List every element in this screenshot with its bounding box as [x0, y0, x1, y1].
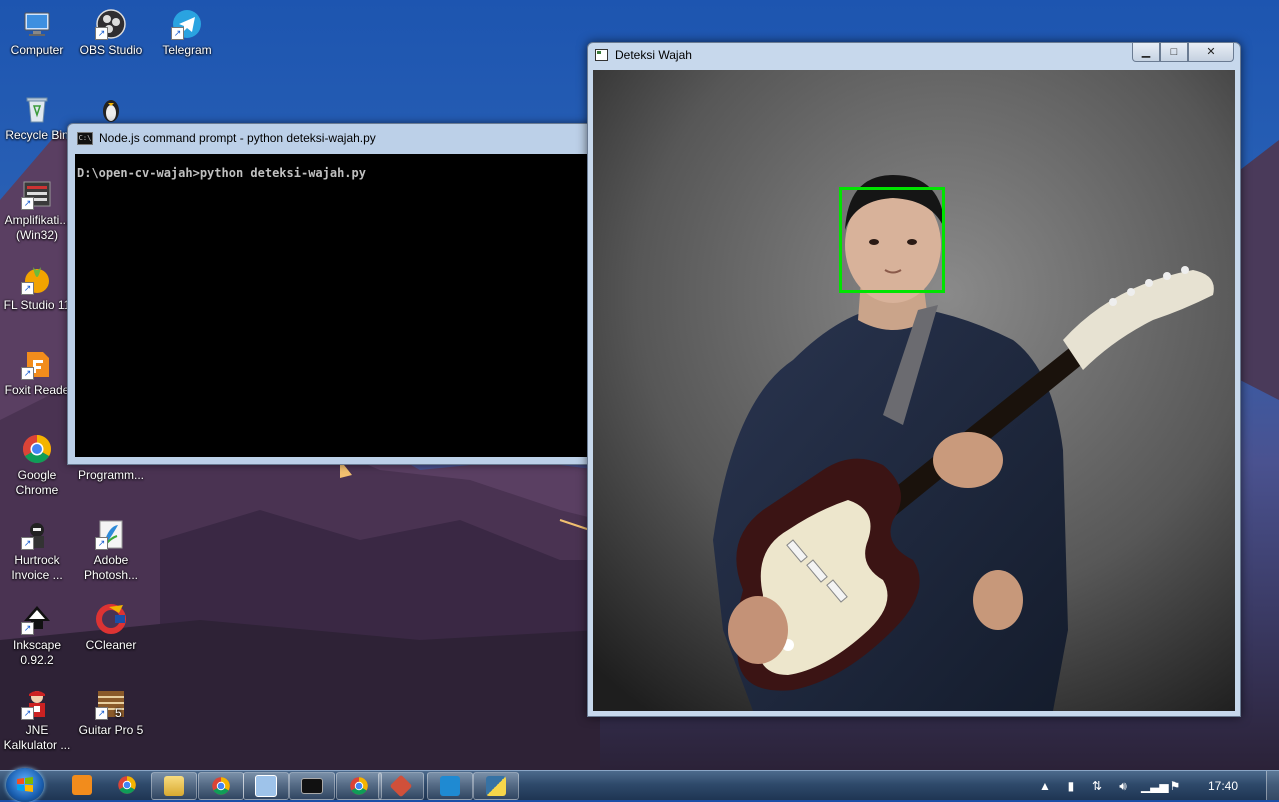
taskbar-command-prompt[interactable]: [289, 772, 335, 800]
desktop-icon-telegram[interactable]: ↗ Telegram: [151, 8, 223, 58]
recycle-bin-icon: [21, 93, 53, 125]
desktop-icon-label: Telegram: [162, 43, 212, 57]
signal-icon[interactable]: ▁▃▅: [1141, 778, 1169, 794]
desktop-icon-label: Inkscape 0.92.2: [12, 638, 62, 667]
taskbar-chrome-pinned[interactable]: [105, 772, 149, 798]
desktop-icon-label: Computer: [10, 43, 64, 57]
power-icon[interactable]: ▮: [1063, 778, 1079, 794]
image-window[interactable]: Deteksi Wajah ▁ □ ✕: [587, 42, 1241, 717]
image-window-title: Deteksi Wajah: [615, 48, 692, 62]
taskbar: ▲ ▮ ⇅ 🔊︎ ▁▃▅ ⚑ 17:40: [0, 768, 1279, 802]
desktop-icon-label: OBS Studio: [79, 43, 143, 57]
maximize-button[interactable]: □: [1160, 43, 1188, 62]
photo-canvas: [593, 70, 1235, 711]
taskbar-chrome-window-1[interactable]: [198, 772, 244, 800]
close-button[interactable]: ✕: [1188, 43, 1234, 62]
desktop-icon-chrome[interactable]: Google Chrome: [1, 433, 73, 498]
file-explorer-icon: [164, 776, 184, 796]
desktop-icon-fl-studio[interactable]: ↗ FL Studio 11: [1, 263, 73, 313]
desktop-icon-guitar-pro[interactable]: 5 ↗ Guitar Pro 5: [75, 688, 147, 738]
chrome-icon: [212, 777, 230, 795]
action-center-flag-icon[interactable]: ⚑: [1167, 778, 1183, 794]
desktop-icon-hurtrock[interactable]: ↗ Hurtrock Invoice ...: [1, 518, 73, 583]
taskbar-control-panel[interactable]: [243, 772, 289, 800]
desktop-icon-ccleaner[interactable]: CCleaner: [75, 603, 147, 653]
foxit-reader-icon: ↗: [21, 348, 53, 380]
window-controls: ▁ □ ✕: [1132, 43, 1234, 62]
ccleaner-icon: [95, 603, 127, 635]
command-prompt-icon: C:\: [77, 131, 93, 145]
computer-icon: [21, 8, 53, 40]
control-panel-icon: [255, 775, 277, 797]
media-player-icon: [72, 775, 92, 795]
desktop-icon-label: Foxit Reade: [4, 383, 70, 397]
amplifikasi-icon: ↗: [21, 178, 53, 210]
photoshop-icon: ↗: [95, 518, 127, 550]
python-icon: [486, 776, 506, 796]
desktop-icon-label: CCleaner: [85, 638, 137, 652]
desktop-icon-label: Guitar Pro 5: [78, 723, 144, 737]
svg-text:5: 5: [115, 706, 122, 720]
face-detection-box: [839, 187, 945, 293]
telegram-icon: ↗: [171, 8, 203, 40]
desktop-icon-label: Programm...: [77, 468, 144, 482]
taskbar-python[interactable]: [473, 772, 519, 800]
console-title: Node.js command prompt - python deteksi-…: [99, 131, 376, 145]
window-app-icon: [595, 49, 608, 61]
photo-image: [593, 70, 1235, 711]
desktop-icon-label: Hurtrock Invoice ...: [11, 553, 63, 582]
chrome-icon: [21, 433, 53, 465]
desktop-icon-photoshop[interactable]: ↗ Adobe Photosh...: [75, 518, 147, 583]
guitar-pro-icon: 5 ↗: [95, 688, 127, 720]
windows-logo-icon: [17, 777, 33, 792]
fl-studio-icon: ↗: [21, 263, 53, 295]
taskbar-chrome-window-2[interactable]: [336, 772, 382, 800]
desktop-icon-label: Google Chrome: [15, 468, 59, 497]
taskbar-file-explorer[interactable]: [151, 772, 197, 800]
taskbar-media-player[interactable]: [60, 772, 104, 798]
jne-icon: ↗: [21, 688, 53, 720]
system-tray: ▲ ▮ ⇅ 🔊︎ ▁▃▅ ⚑ 17:40: [1032, 771, 1279, 800]
desktop-icon-inkscape[interactable]: ↗ Inkscape 0.92.2: [1, 603, 73, 668]
vscode-icon: [440, 776, 460, 796]
desktop-icon-label: Adobe Photosh...: [83, 553, 139, 582]
console-window[interactable]: C:\ Node.js command prompt - python dete…: [67, 123, 596, 465]
taskbar-git[interactable]: [378, 772, 424, 800]
volume-icon[interactable]: 🔊︎: [1115, 778, 1131, 794]
desktop-icon-label: JNE Kalkulator ...: [3, 723, 71, 752]
network-icon[interactable]: ⇅: [1089, 778, 1105, 794]
desktop-icon-label: Amplifikati... (Win32): [4, 213, 70, 242]
show-desktop-button[interactable]: [1266, 771, 1279, 800]
git-icon: [389, 774, 413, 798]
desktop-icon-computer[interactable]: Computer: [1, 8, 73, 58]
desktop-icon-foxit[interactable]: ↗ Foxit Reade: [1, 348, 73, 398]
command-prompt-icon: [301, 778, 323, 794]
start-button[interactable]: [6, 768, 44, 802]
clock[interactable]: 17:40: [1208, 779, 1238, 793]
console-output[interactable]: D:\open-cv-wajah>python deteksi-wajah.py: [75, 154, 588, 457]
hurtrock-icon: ↗: [21, 518, 53, 550]
desktop-icon-label: FL Studio 11: [3, 298, 71, 312]
desktop-icon-obs[interactable]: ↗ OBS Studio: [75, 8, 147, 58]
desktop-icon-amplifikasi[interactable]: ↗ Amplifikati... (Win32): [1, 178, 73, 243]
chrome-icon: [118, 776, 136, 794]
chrome-icon: [350, 777, 368, 795]
desktop-icon-label: Recycle Bin: [5, 128, 69, 142]
inkscape-icon: ↗: [21, 603, 53, 635]
desktop-icon-jne[interactable]: ↗ JNE Kalkulator ...: [1, 688, 73, 753]
desktop-icon-recycle-bin[interactable]: Recycle Bin: [1, 93, 73, 143]
obs-icon: ↗: [95, 8, 127, 40]
minimize-button[interactable]: ▁: [1132, 43, 1160, 62]
taskbar-vscode[interactable]: [427, 772, 473, 800]
show-hidden-icons-icon[interactable]: ▲: [1037, 778, 1053, 794]
console-command-line: D:\open-cv-wajah>python deteksi-wajah.py: [77, 166, 366, 180]
penguin-app-icon: [95, 93, 127, 125]
console-titlebar[interactable]: C:\ Node.js command prompt - python dete…: [68, 124, 595, 152]
